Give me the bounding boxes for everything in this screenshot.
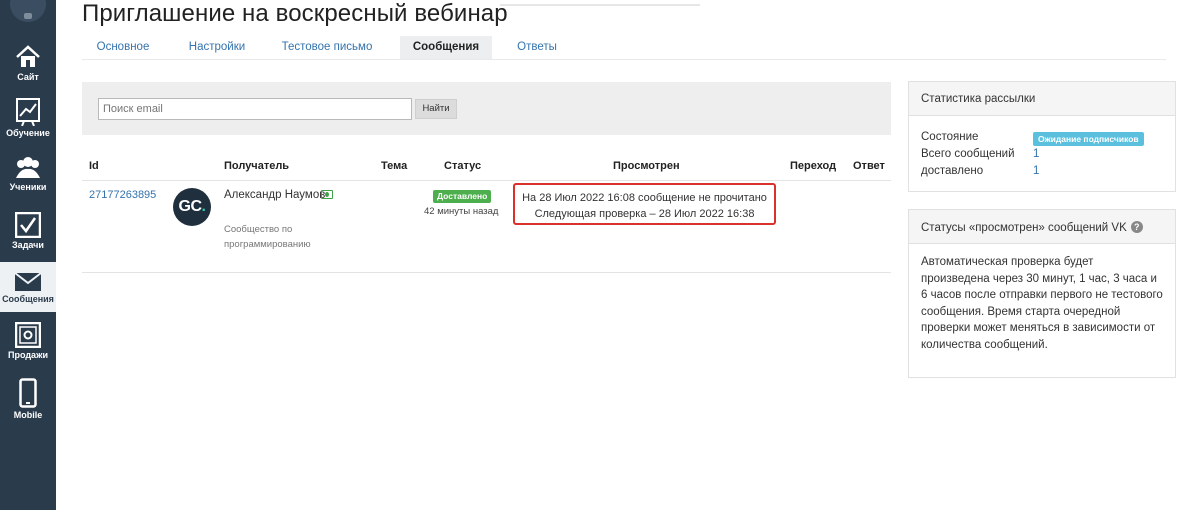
sidebar-item-learning[interactable]: Обучение — [0, 98, 56, 148]
sidebar-item-tasks[interactable]: Задачи — [0, 212, 56, 258]
viewed-status-line: На 28 Июл 2022 16:08 сообщение не прочит… — [522, 192, 767, 204]
next-check-line: Следующая проверка – 28 Июл 2022 16:38 — [534, 208, 755, 220]
sidebar-item-mobile[interactable]: Mobile — [0, 378, 56, 424]
search-input[interactable] — [98, 98, 412, 120]
divider — [500, 4, 700, 6]
tab-messages[interactable]: Сообщения — [400, 36, 492, 59]
divider — [82, 272, 891, 273]
sidebar-item-label: Сообщения — [2, 294, 54, 304]
tab-answers[interactable]: Ответы — [506, 36, 568, 59]
viewed-status-box: На 28 Июл 2022 16:08 сообщение не прочит… — [513, 183, 776, 225]
tab-bar: Основное Настройки Тестовое письмо Сообщ… — [82, 36, 1166, 60]
column-header-reply[interactable]: Ответ — [853, 160, 885, 172]
sidebar-item-label: Продажи — [8, 350, 48, 360]
recipient-name[interactable]: Александр Наумов — [224, 189, 325, 201]
column-header-viewed[interactable]: Просмотрен — [613, 160, 680, 172]
sidebar-item-label: Обучение — [6, 128, 50, 138]
avatar-dot: . — [201, 198, 206, 215]
message-id-link[interactable]: 27177263895 — [89, 189, 156, 201]
sidebar-item-sales[interactable]: Продажи — [0, 322, 56, 368]
vk-panel-title: Статусы «просмотрен» сообщений VK — [921, 222, 1127, 234]
column-header-subject[interactable]: Тема — [381, 160, 407, 172]
column-header-click[interactable]: Переход — [790, 160, 836, 172]
chart-board-icon — [16, 98, 40, 126]
total-value-link[interactable]: 1 — [1033, 148, 1039, 160]
envelope-icon — [14, 272, 42, 291]
safe-icon — [15, 322, 41, 348]
home-icon — [16, 45, 40, 67]
stats-panel-title: Статистика рассылки — [909, 82, 1175, 116]
sidebar-item-label: Задачи — [12, 240, 44, 250]
checkbox-icon — [15, 212, 41, 238]
help-icon[interactable]: ? — [1130, 221, 1143, 233]
search-button[interactable]: Найти — [415, 99, 457, 119]
sidebar-item-label: Ученики — [9, 182, 47, 192]
tab-main[interactable]: Основное — [82, 36, 164, 59]
sidebar-item-students[interactable]: Ученики — [0, 156, 56, 202]
state-label: Состояние — [921, 131, 979, 143]
sidebar-item-messages[interactable]: Сообщения — [0, 262, 56, 312]
avatar[interactable]: GC. — [173, 188, 211, 226]
users-icon — [16, 157, 40, 178]
column-header-id[interactable]: Id — [89, 160, 99, 172]
vk-panel-header: Статусы «просмотрен» сообщений VK? — [909, 210, 1175, 244]
stats-panel: Статистика рассылки Состояние Ожидание п… — [908, 81, 1176, 192]
page-title: Приглашение на воскресный вебинар — [82, 0, 508, 27]
avatar-text: GC — [178, 198, 203, 215]
status-time: 42 минуты назад — [424, 206, 499, 217]
recipient-subtitle: Сообщество по программированию — [224, 224, 311, 250]
delivered-label: доставлено — [921, 165, 984, 177]
sound-icon — [24, 13, 32, 19]
column-header-recipient[interactable]: Получатель — [224, 160, 289, 172]
divider — [82, 180, 891, 181]
phone-icon — [19, 378, 37, 408]
vk-status-panel: Статусы «просмотрен» сообщений VK? Автом… — [908, 209, 1176, 378]
delivered-value-link[interactable]: 1 — [1033, 165, 1039, 177]
status-badge: Доставлено — [433, 190, 492, 203]
money-icon — [321, 190, 333, 199]
state-badge: Ожидание подписчиков — [1033, 132, 1144, 146]
search-panel: Найти — [82, 82, 891, 135]
tab-test-letter[interactable]: Тестовое письмо — [272, 36, 382, 59]
tab-settings[interactable]: Настройки — [178, 36, 256, 59]
vk-panel-body: Автоматическая проверка будет произведен… — [921, 256, 1163, 351]
sidebar-item-site[interactable]: Сайт — [0, 44, 56, 94]
total-label: Всего сообщений — [921, 148, 1015, 160]
sidebar-item-label: Сайт — [17, 72, 39, 82]
column-header-status[interactable]: Статус — [444, 160, 481, 172]
sidebar: Сайт Обучение Ученики Задачи Сообщения П… — [0, 0, 56, 510]
sidebar-item-label: Mobile — [13, 410, 43, 420]
